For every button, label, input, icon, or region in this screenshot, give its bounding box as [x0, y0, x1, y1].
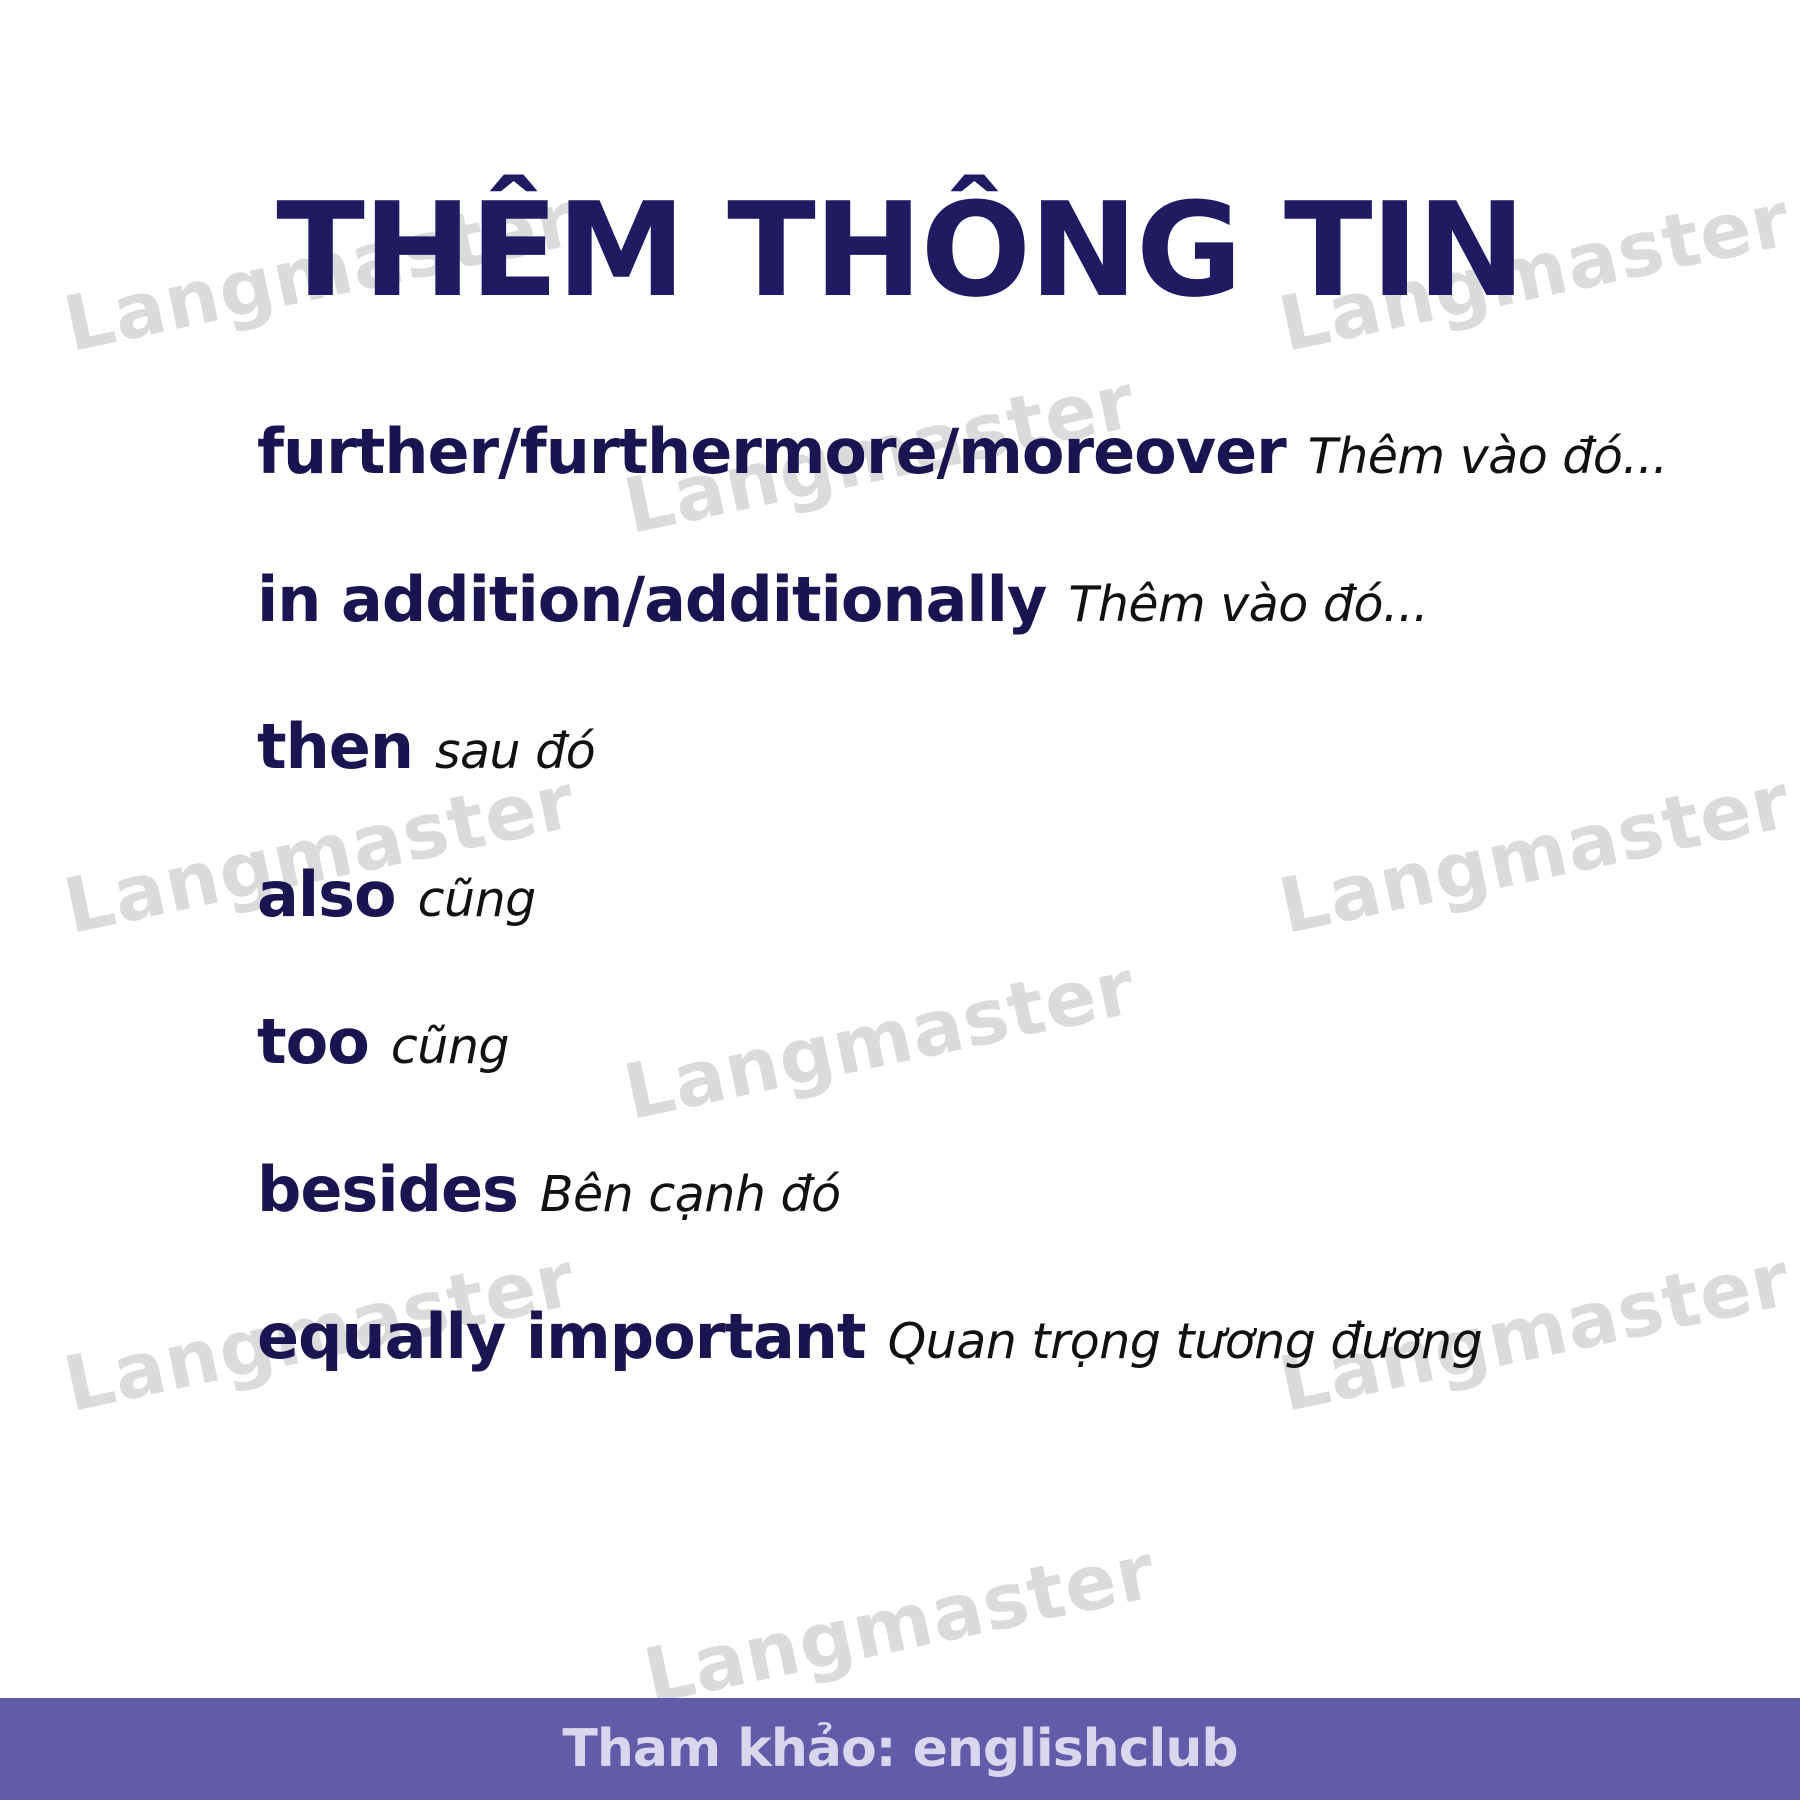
phrase-term: further/furthermore/moreover	[257, 415, 1287, 488]
phrase-item: further/furthermore/moreover Thêm vào đó.…	[257, 415, 1668, 563]
phrase-meaning: Bên cạnh đó	[539, 1165, 841, 1223]
phrase-meaning: cũng	[390, 1018, 510, 1075]
infographic-page: Langmaster Langmaster Langmaster Langmas…	[0, 0, 1800, 1800]
phrase-item: then sau đó	[257, 710, 1668, 858]
phrase-term: in addition/additionally	[257, 562, 1047, 636]
phrase-item: besides Bên cạnh đó	[257, 1153, 1668, 1301]
footer-bar: Tham khảo: englishclub	[0, 1698, 1800, 1800]
phrase-meaning: cũng	[417, 870, 537, 928]
phrase-item: also cũng	[257, 858, 1668, 1006]
phrase-term: then	[257, 710, 414, 783]
phrase-term: besides	[257, 1152, 519, 1226]
watermark-logo: Langmaster	[636, 1525, 1163, 1721]
phrase-item: in addition/additionally Thêm vào đó...	[257, 563, 1668, 711]
phrase-list: further/furthermore/moreover Thêm vào đó.…	[257, 415, 1668, 1448]
phrase-item: equally important Quan trọng tương đương	[257, 1300, 1668, 1448]
phrase-meaning: sau đó	[434, 723, 596, 780]
phrase-meaning: Thêm vào đó...	[1307, 428, 1668, 485]
phrase-meaning: Quan trọng tương đương	[887, 1313, 1483, 1370]
phrase-item: too cũng	[257, 1005, 1668, 1153]
phrase-term: equally important	[257, 1300, 867, 1373]
page-title: THÊM THÔNG TIN	[276, 174, 1526, 326]
phrase-meaning: Thêm vào đó...	[1068, 575, 1429, 633]
phrase-term: also	[257, 857, 397, 931]
footer-source-text: Tham khảo: englishclub	[562, 1719, 1238, 1779]
phrase-term: too	[257, 1005, 370, 1078]
